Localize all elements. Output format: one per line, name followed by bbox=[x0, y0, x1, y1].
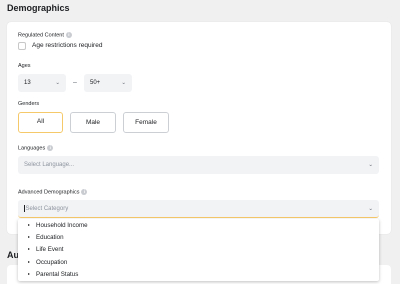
info-icon[interactable]: i bbox=[81, 189, 88, 195]
option-label: Household Income bbox=[36, 222, 88, 229]
expand-triangle-icon bbox=[28, 273, 30, 276]
expand-triangle-icon bbox=[28, 248, 30, 251]
genders-label: Genders bbox=[18, 101, 40, 107]
option-label: Education bbox=[36, 234, 64, 241]
language-select[interactable]: Select Language... ⌄ bbox=[18, 156, 379, 174]
chevron-down-icon: ⌄ bbox=[55, 80, 60, 86]
text-cursor bbox=[24, 204, 25, 212]
advanced-demographics-label-text: Advanced Demographics bbox=[18, 189, 80, 196]
age-range-separator: – bbox=[73, 79, 77, 86]
chevron-down-icon: ⌄ bbox=[121, 80, 126, 86]
option-label: Occupation bbox=[36, 259, 68, 266]
regulated-content-label-text: Regulated Content bbox=[18, 32, 64, 39]
age-restrictions-checkbox[interactable] bbox=[18, 42, 26, 50]
age-min-select[interactable]: 13 ⌄ bbox=[18, 74, 66, 92]
age-max-value: 50+ bbox=[90, 80, 101, 86]
demographics-page: Demographics Regulated Content i Age rest… bbox=[0, 0, 400, 284]
dropdown-option-life-event[interactable]: Life Event bbox=[28, 246, 64, 254]
age-restrictions-label[interactable]: Age restrictions required bbox=[32, 42, 102, 50]
dropdown-option-parental-status[interactable]: Parental Status bbox=[28, 271, 78, 279]
category-dropdown: Household Income Education Life Event Oc… bbox=[18, 219, 379, 281]
info-icon[interactable]: i bbox=[47, 145, 54, 151]
advanced-demographics-label: Advanced Demographics i bbox=[18, 189, 88, 196]
option-label: Parental Status bbox=[36, 271, 79, 278]
option-label: Life Event bbox=[36, 246, 64, 253]
page-title: Demographics bbox=[7, 3, 70, 13]
expand-triangle-icon bbox=[28, 224, 30, 227]
regulated-content-label: Regulated Content i bbox=[18, 32, 72, 39]
languages-label: Languages i bbox=[18, 145, 54, 152]
dropdown-option-education[interactable]: Education bbox=[28, 234, 64, 242]
expand-triangle-icon bbox=[28, 261, 30, 264]
dropdown-option-household-income[interactable]: Household Income bbox=[28, 222, 88, 230]
dropdown-option-occupation[interactable]: Occupation bbox=[28, 259, 67, 267]
chevron-down-icon: ⌄ bbox=[368, 162, 373, 168]
languages-label-text: Languages bbox=[18, 145, 46, 152]
category-select[interactable]: Select Category ⌄ bbox=[18, 200, 379, 218]
ages-label: Ages bbox=[18, 63, 31, 69]
chevron-down-icon: ⌄ bbox=[368, 206, 373, 212]
gender-all-button[interactable]: All bbox=[18, 112, 63, 133]
gender-male-button[interactable]: Male bbox=[70, 112, 116, 133]
info-icon[interactable]: i bbox=[65, 32, 72, 38]
age-min-value: 13 bbox=[24, 80, 31, 86]
category-placeholder: Select Category bbox=[25, 206, 69, 212]
expand-triangle-icon bbox=[28, 236, 30, 239]
gender-female-button[interactable]: Female bbox=[123, 112, 169, 133]
age-max-select[interactable]: 50+ ⌄ bbox=[84, 74, 132, 92]
language-placeholder: Select Language... bbox=[24, 162, 75, 168]
